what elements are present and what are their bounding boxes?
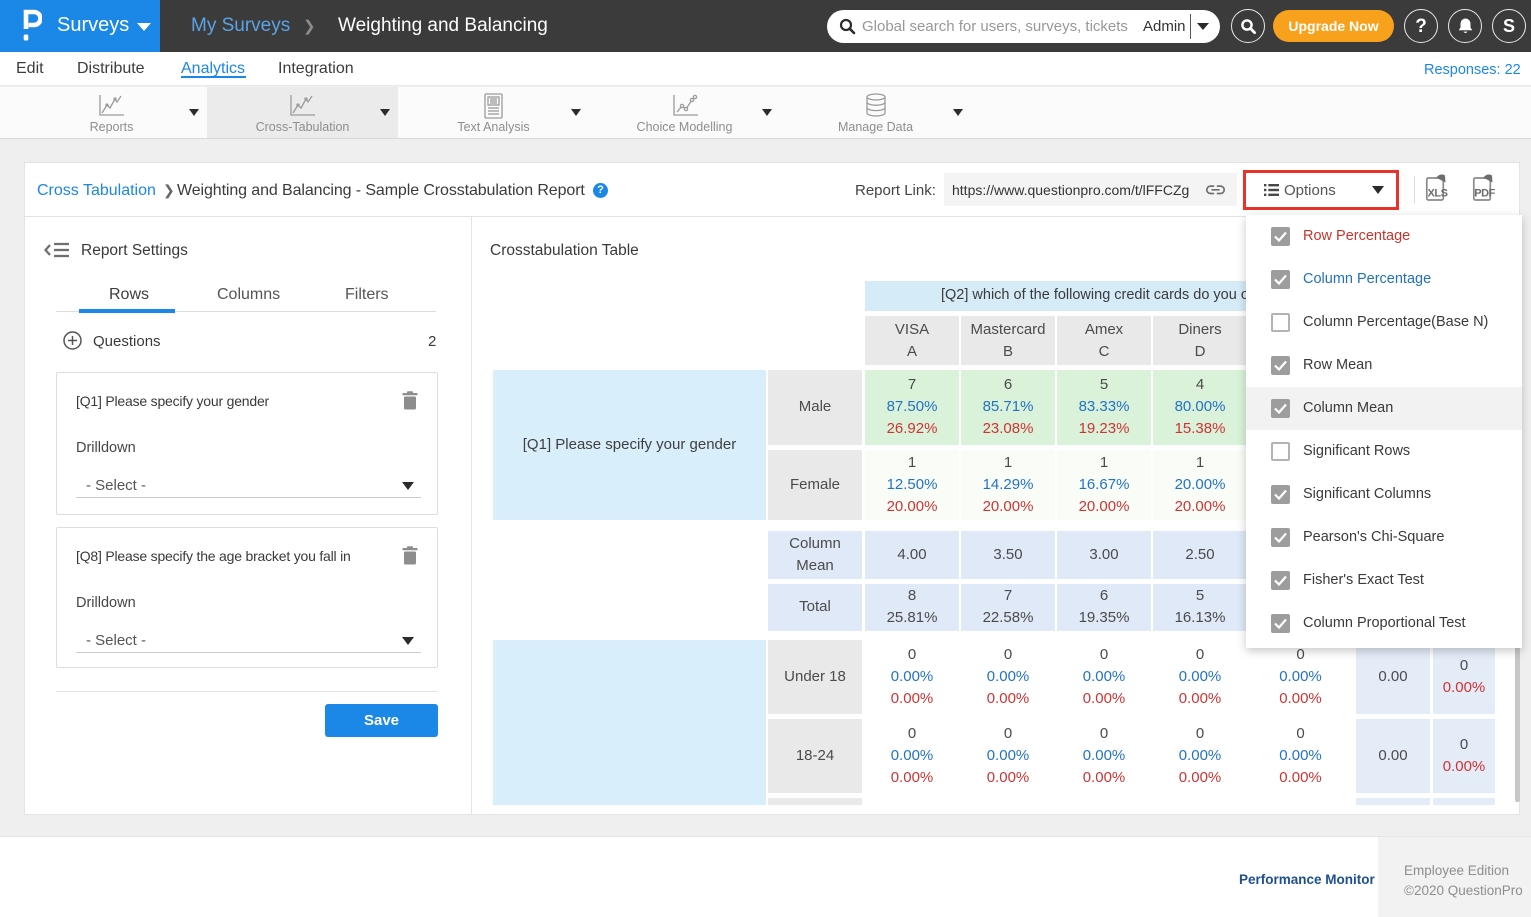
- svg-text:PDF: PDF: [1474, 188, 1495, 200]
- svg-text:XLS: XLS: [1428, 188, 1448, 200]
